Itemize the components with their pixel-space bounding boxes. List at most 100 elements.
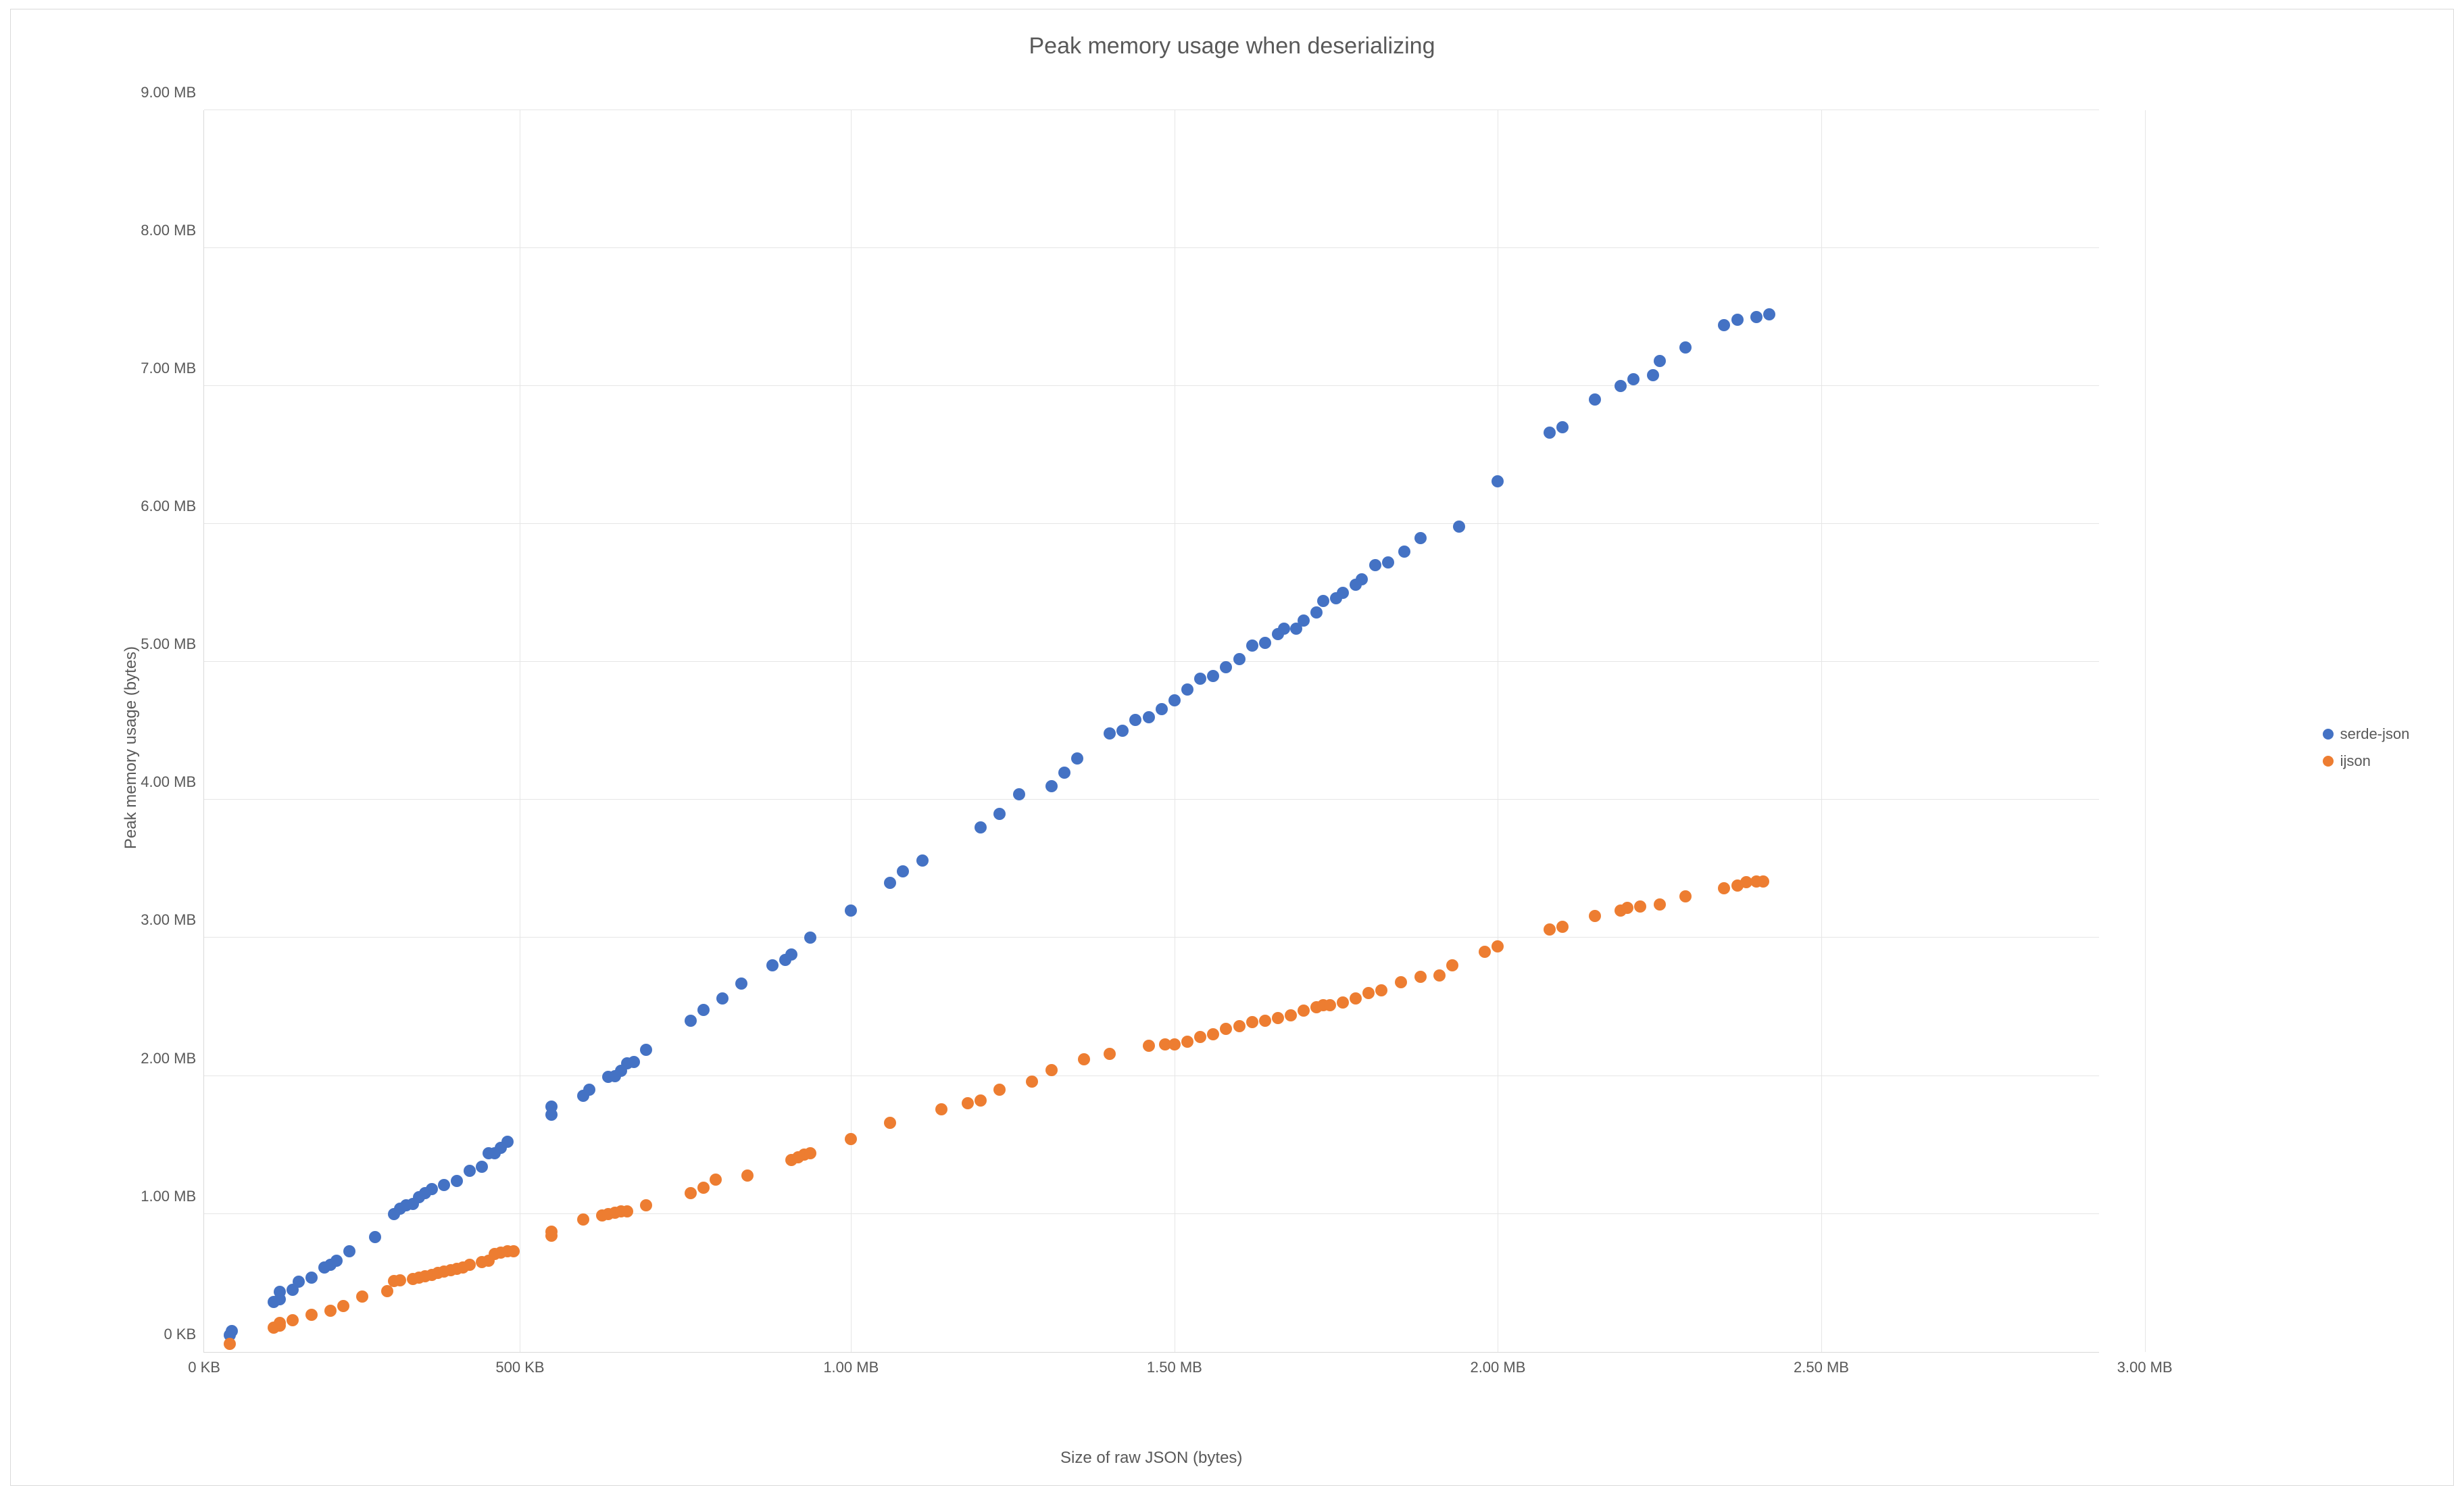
data-point <box>1071 752 1083 765</box>
y-tick-label: 3.00 MB <box>141 911 204 929</box>
data-point <box>1104 727 1116 740</box>
x-tick-label: 1.50 MB <box>1147 1352 1202 1376</box>
data-point <box>804 1147 816 1159</box>
data-point <box>697 1004 710 1016</box>
data-point <box>1718 319 1730 331</box>
data-point <box>356 1290 368 1303</box>
data-point <box>685 1187 697 1199</box>
y-axis-label: Peak memory usage (bytes) <box>122 646 141 849</box>
data-point <box>766 959 779 971</box>
data-point <box>993 808 1006 820</box>
data-point <box>1104 1048 1116 1060</box>
data-point <box>1446 959 1458 971</box>
data-point <box>274 1317 286 1329</box>
data-point <box>1544 923 1556 936</box>
data-point <box>804 932 816 944</box>
data-point <box>1207 1028 1219 1040</box>
legend-item: serde-json <box>2323 725 2410 743</box>
gridline-horizontal <box>204 1213 2099 1214</box>
data-point <box>1246 1016 1258 1028</box>
data-point <box>1220 1023 1232 1035</box>
data-point <box>1556 421 1569 433</box>
data-point <box>735 977 747 990</box>
data-point <box>640 1199 652 1211</box>
data-point <box>381 1285 393 1297</box>
data-point <box>1757 875 1769 888</box>
x-tick-label: 500 KB <box>495 1352 544 1376</box>
data-point <box>1718 882 1730 894</box>
gridline-vertical <box>2145 110 2146 1352</box>
plot-area: 0 KB1.00 MB2.00 MB3.00 MB4.00 MB5.00 MB6… <box>203 110 2099 1353</box>
data-point <box>274 1286 286 1298</box>
legend-label: serde-json <box>2340 725 2410 743</box>
data-point <box>897 865 909 877</box>
data-point <box>628 1056 640 1068</box>
data-point <box>710 1174 722 1186</box>
x-tick-label: 1.00 MB <box>823 1352 879 1376</box>
data-point <box>1233 1020 1246 1032</box>
data-point <box>1207 670 1219 682</box>
legend-swatch <box>2323 729 2334 740</box>
data-point <box>1654 898 1666 911</box>
data-point <box>884 1117 896 1129</box>
chart-title: Peak memory usage when deserializing <box>11 33 2454 59</box>
data-point <box>1259 1015 1271 1027</box>
data-point <box>1337 996 1349 1009</box>
data-point <box>1634 900 1646 913</box>
y-tick-label: 7.00 MB <box>141 360 204 377</box>
data-point <box>224 1338 236 1350</box>
data-point <box>1731 314 1744 326</box>
legend-swatch <box>2323 756 2334 767</box>
data-point <box>330 1255 343 1267</box>
data-point <box>305 1272 318 1284</box>
data-point <box>975 1094 987 1107</box>
x-tick-label: 3.00 MB <box>2117 1352 2173 1376</box>
data-point <box>1362 987 1375 999</box>
data-point <box>1356 573 1368 585</box>
y-tick-label: 4.00 MB <box>141 773 204 791</box>
data-point <box>1375 984 1387 996</box>
data-point <box>1143 711 1155 723</box>
x-tick-label: 2.50 MB <box>1794 1352 1849 1376</box>
data-point <box>1654 355 1666 367</box>
data-point <box>935 1103 947 1115</box>
data-point <box>1317 595 1329 607</box>
data-point <box>1395 976 1407 988</box>
legend-label: ijson <box>2340 752 2371 770</box>
data-point <box>845 1133 857 1145</box>
gridline-horizontal <box>204 661 2099 662</box>
data-point <box>1398 546 1410 558</box>
data-point <box>1013 788 1025 800</box>
x-tick-label: 2.00 MB <box>1470 1352 1525 1376</box>
data-point <box>1310 606 1323 619</box>
legend: serde-json ijson <box>2323 716 2410 779</box>
data-point <box>884 877 896 889</box>
data-point <box>1129 714 1141 726</box>
data-point <box>1679 890 1692 902</box>
data-point <box>287 1314 299 1326</box>
data-point <box>577 1213 589 1226</box>
chart-frame: Peak memory usage when deserializing Pea… <box>10 9 2455 1486</box>
data-point <box>1621 902 1633 914</box>
data-point <box>916 854 929 867</box>
data-point <box>1324 999 1336 1011</box>
data-point <box>1382 556 1394 569</box>
data-point <box>1194 673 1206 685</box>
gridline-horizontal <box>204 385 2099 386</box>
y-tick-label: 1.00 MB <box>141 1188 204 1205</box>
x-tick-label: 0 KB <box>188 1352 220 1376</box>
data-point <box>1492 475 1504 487</box>
data-point <box>583 1084 595 1096</box>
data-point <box>1589 393 1601 406</box>
data-point <box>426 1183 438 1195</box>
data-point <box>1143 1040 1155 1052</box>
y-tick-label: 2.00 MB <box>141 1050 204 1067</box>
data-point <box>1337 587 1349 599</box>
data-point <box>293 1276 305 1288</box>
data-point <box>1679 341 1692 354</box>
data-point <box>1156 703 1168 715</box>
data-point <box>508 1245 520 1257</box>
legend-item: ijson <box>2323 752 2410 770</box>
data-point <box>716 992 729 1005</box>
data-point <box>1181 1036 1193 1048</box>
